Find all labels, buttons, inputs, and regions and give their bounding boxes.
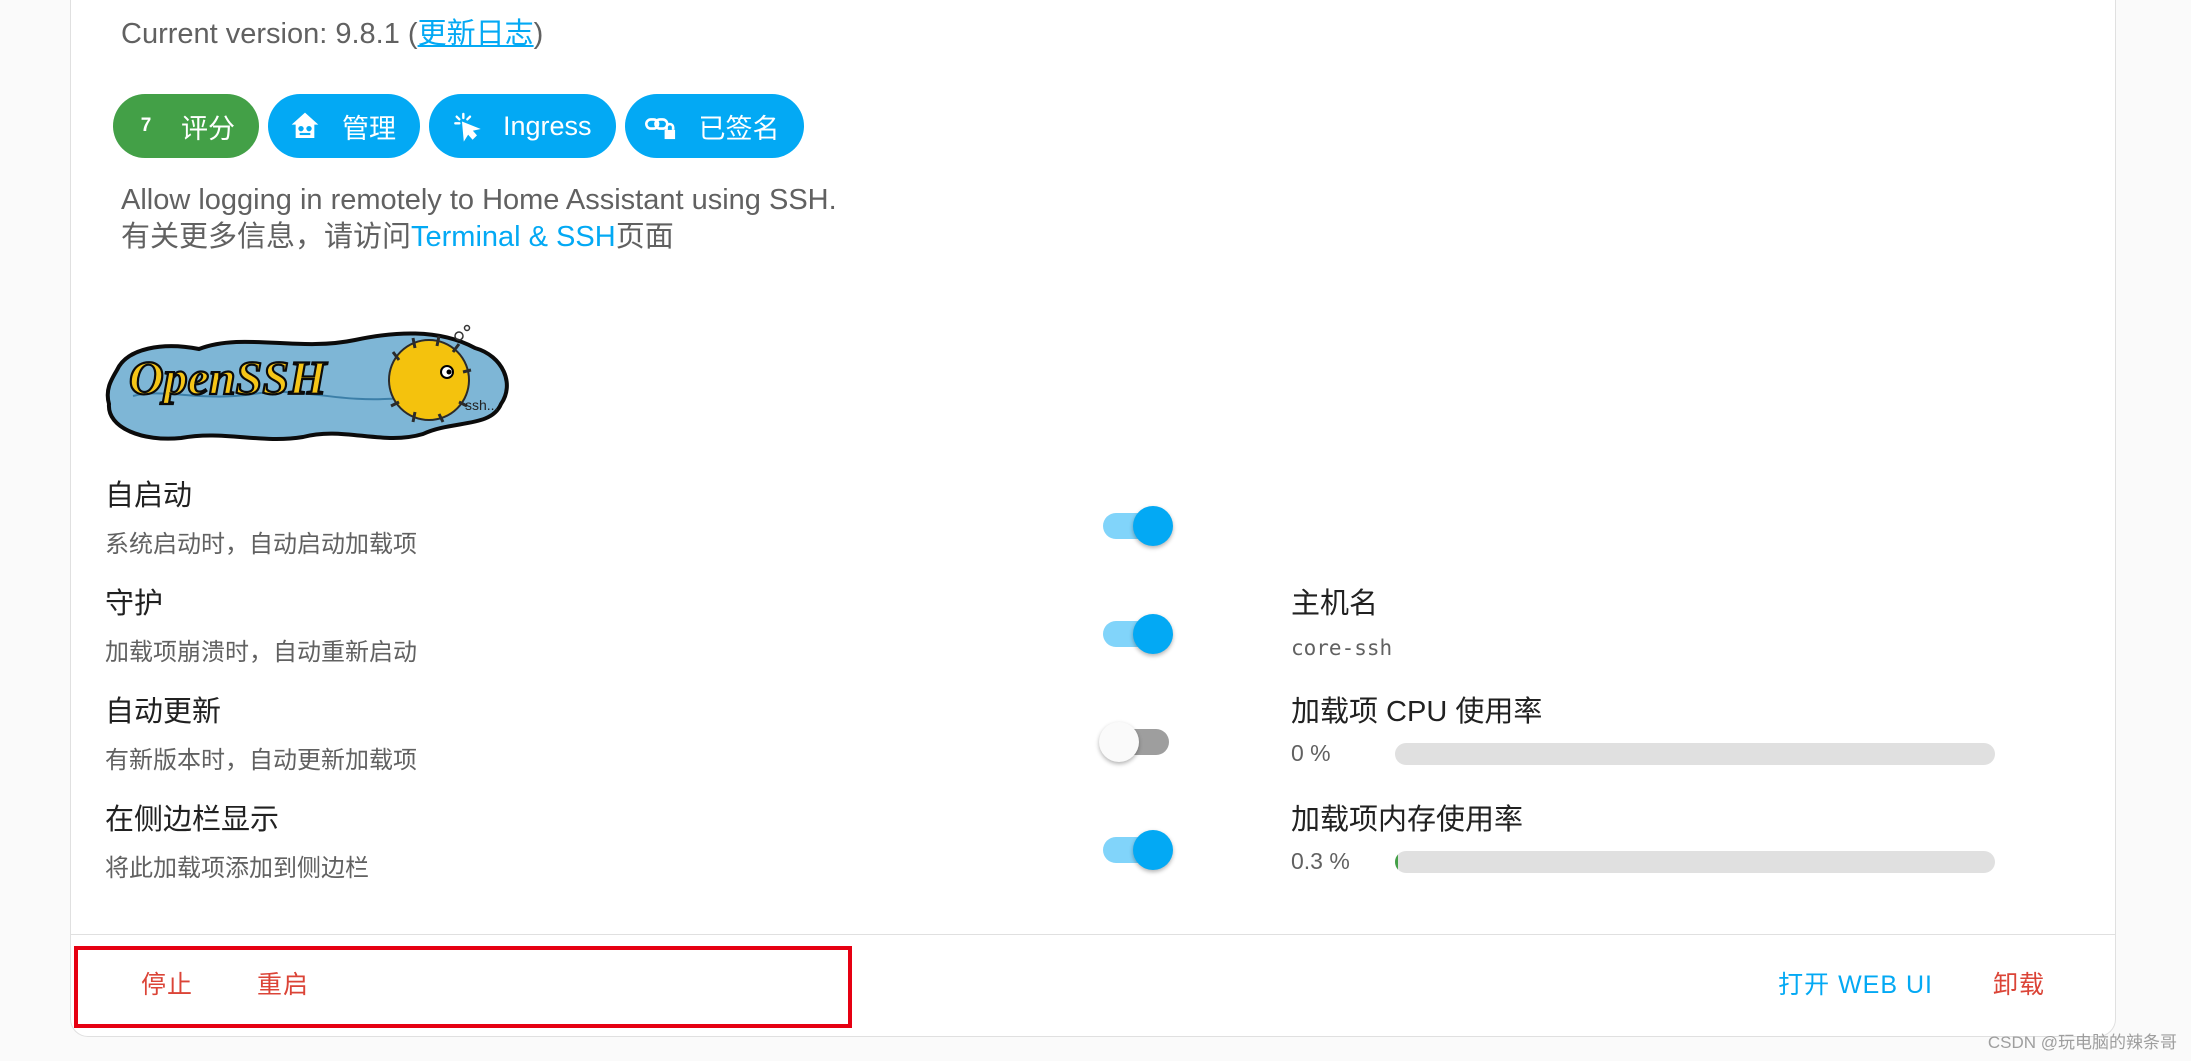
- logo-text: OpenSSH: [129, 352, 328, 405]
- option-subtitle: 加载项崩溃时，自动重新启动: [105, 639, 417, 666]
- option-title: 在侧边栏显示: [105, 804, 280, 836]
- documentation-link[interactable]: Terminal & SSH: [411, 221, 616, 253]
- option-subtitle: 将此加载项添加到侧边栏: [105, 855, 369, 882]
- logo-small-text: ssh...: [465, 397, 498, 413]
- cursor-click-icon: [447, 107, 485, 145]
- addon-card: Current version: 9.8.1 (更新日志) 7 评分 管理 In…: [70, 0, 2116, 1037]
- memory-usage-value: 0.3 %: [1291, 848, 1350, 874]
- actions-divider: [71, 934, 2115, 935]
- option-subtitle: 有新版本时，自动更新加载项: [105, 747, 417, 774]
- more-info-suffix: 页面: [615, 221, 674, 253]
- rating-label: 评分: [181, 113, 235, 144]
- annotation-highlight-box: [74, 946, 852, 1028]
- cpu-usage-value: 0 %: [1291, 740, 1331, 766]
- show-in-sidebar-toggle[interactable]: [1099, 826, 1173, 870]
- signed-chip[interactable]: 已签名: [624, 94, 804, 158]
- toggle-knob: [1133, 830, 1173, 870]
- version-suffix: ): [533, 18, 544, 50]
- option-title: 守护: [105, 588, 164, 620]
- option-subtitle: 系统启动时，自动启动加载项: [105, 531, 417, 558]
- home-manage-icon: [286, 107, 324, 145]
- addon-description: Allow logging in remotely to Home Assist…: [121, 182, 837, 256]
- ingress-chip[interactable]: Ingress: [429, 94, 616, 158]
- cpu-usage-bar: [1395, 742, 1995, 765]
- option-auto-update: 自动更新 有新版本时，自动更新加载项: [105, 688, 417, 775]
- toggle-knob: [1099, 722, 1139, 762]
- toggle-knob: [1133, 506, 1173, 546]
- badge-row: 7 评分 管理 Ingress 已签名: [113, 94, 804, 158]
- description-line: Allow logging in remotely to Home Assist…: [121, 184, 837, 216]
- hostname-block: 主机名 core-ssh: [1291, 580, 1392, 660]
- rating-value: 7: [140, 115, 152, 136]
- option-title: 自启动: [105, 480, 193, 512]
- auto-update-toggle[interactable]: [1099, 718, 1173, 762]
- option-title: 自动更新: [105, 696, 222, 728]
- watchdog-toggle[interactable]: [1099, 610, 1173, 654]
- more-info-line: 有关更多信息，请访问Terminal & SSH页面: [121, 219, 837, 256]
- changelog-link[interactable]: 更新日志: [418, 18, 534, 50]
- open-web-ui-button[interactable]: 打开 WEB UI: [1778, 965, 1933, 1001]
- cpu-usage-label: 加载项 CPU 使用率: [1291, 696, 1543, 728]
- option-show-in-sidebar: 在侧边栏显示 将此加载项添加到侧边栏: [105, 796, 369, 883]
- rating-chip[interactable]: 7 评分: [113, 94, 259, 158]
- ingress-label: Ingress: [503, 110, 592, 141]
- version-line: Current version: 9.8.1 (更新日志): [121, 10, 543, 52]
- card-actions-right: 打开 WEB UI 卸载: [1778, 965, 2045, 1001]
- signed-label: 已签名: [698, 113, 780, 144]
- start-on-boot-toggle[interactable]: [1099, 502, 1173, 546]
- cpu-usage-block: 加载项 CPU 使用率 0 %: [1291, 688, 1995, 767]
- memory-usage-bar: [1395, 850, 1995, 873]
- version-text: Current version: 9.8.1 (: [121, 18, 418, 50]
- link-lock-icon: [643, 107, 681, 145]
- option-watchdog: 守护 加载项崩溃时，自动重新启动: [105, 580, 417, 667]
- uninstall-button[interactable]: 卸载: [1993, 965, 2045, 1001]
- memory-meter-row: 0.3 %: [1291, 848, 1995, 875]
- manage-label: 管理: [342, 113, 396, 144]
- watermark: CSDN @玩电脑的辣条哥: [1987, 1033, 2177, 1052]
- memory-usage-fill: [1395, 850, 1398, 873]
- toggle-knob: [1133, 614, 1173, 654]
- memory-usage-block: 加载项内存使用率 0.3 %: [1291, 796, 1995, 875]
- more-info-prefix: 有关更多信息，请访问: [121, 221, 412, 253]
- manage-chip[interactable]: 管理: [268, 94, 420, 158]
- hostname-label: 主机名: [1291, 588, 1379, 620]
- option-start-on-boot: 自启动 系统启动时，自动启动加载项: [105, 472, 417, 559]
- hostname-value: core-ssh: [1291, 636, 1393, 660]
- cpu-meter-row: 0 %: [1291, 740, 1995, 767]
- memory-usage-label: 加载项内存使用率: [1291, 804, 1524, 836]
- openssh-logo: OpenSSH ssh...: [103, 322, 513, 452]
